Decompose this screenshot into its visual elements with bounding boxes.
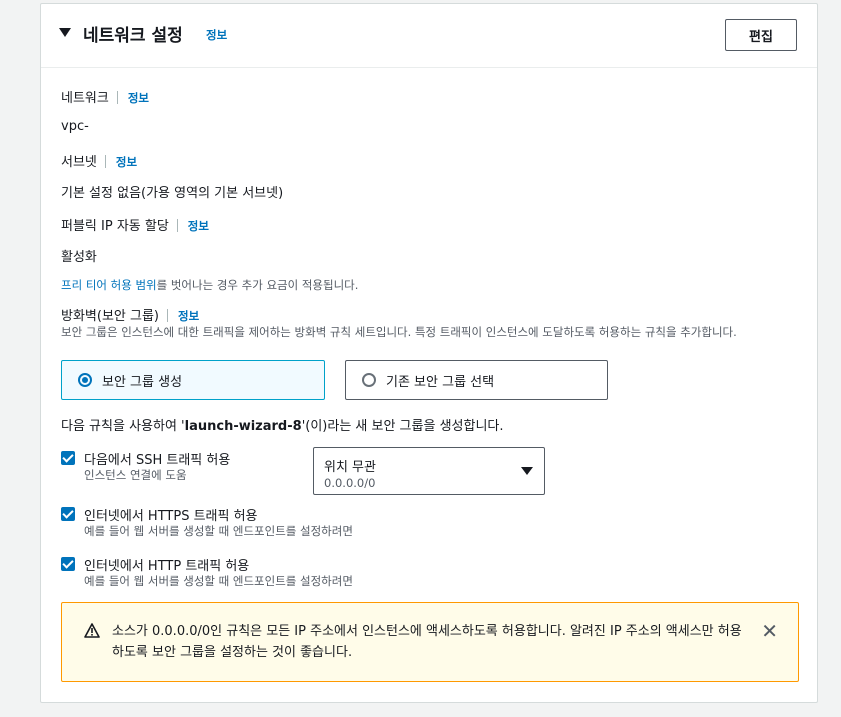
ssh-source-value: 위치 무관 xyxy=(324,460,376,475)
existing-option-label: 기존 보안 그룹 선택 xyxy=(386,374,495,390)
divider xyxy=(116,91,118,104)
divider xyxy=(104,155,106,168)
rules-intro-prefix: 다음 규칙을 사용하여 ' xyxy=(61,419,185,434)
firewall-label: 방화벽(보안 그룹) xyxy=(61,309,159,324)
section-header: 네트워크 설정 정보 편집 xyxy=(41,4,817,68)
create-radio[interactable] xyxy=(78,373,92,387)
ssh-description: 인스턴스 연결에 도움 xyxy=(84,468,187,482)
divider xyxy=(167,309,168,322)
rules-intro: 다음 규칙을 사용하여 'launch-wizard-8'(이)라는 새 보안 … xyxy=(61,415,504,434)
https-label: 인터넷에서 HTTPS 트래픽 허용 xyxy=(84,509,258,524)
subnet-label: 서브넷 xyxy=(61,155,97,170)
public-ip-info-link[interactable]: 정보 xyxy=(188,219,209,233)
http-checkbox[interactable] xyxy=(61,557,75,571)
close-icon[interactable]: ✕ xyxy=(761,621,778,641)
security-group-name: launch-wizard-8 xyxy=(184,419,302,434)
ssh-source-select[interactable]: 위치 무관 0.0.0.0/0 xyxy=(313,447,545,495)
network-settings-panel: 네트워크 설정 정보 편집 네트워크 정보 vpc- 서브넷 정보 기본 설정 없음… xyxy=(40,3,818,703)
section-title: 네트워크 설정 xyxy=(83,26,183,46)
firewall-info-link[interactable]: 정보 xyxy=(178,309,199,323)
public-ip-label-row: 퍼블릭 IP 자동 할당 정보 xyxy=(61,215,209,234)
create-security-group-tile[interactable]: 보안 그룹 생성 xyxy=(61,360,325,400)
subnet-label-row: 서브넷 정보 xyxy=(61,151,137,170)
section-info-link[interactable]: 정보 xyxy=(206,27,227,43)
subnet-value: 기본 설정 없음(가용 영역의 기본 서브넷) xyxy=(61,186,284,201)
create-option-label: 보안 그룹 생성 xyxy=(102,374,183,390)
free-tier-link[interactable]: 프리 티어 허용 범위 xyxy=(61,278,157,292)
rules-intro-suffix: '(이)라는 새 보안 그룹을 생성합니다. xyxy=(301,419,504,434)
network-label-row: 네트워크 정보 xyxy=(61,87,149,106)
edit-button[interactable]: 편집 xyxy=(725,19,797,51)
caret-down-icon xyxy=(521,467,533,475)
free-tier-text: 를 벗어나는 경우 추가 요금이 적용됩니다. xyxy=(156,278,359,292)
free-tier-note: 프리 티어 허용 범위를 벗어나는 경우 추가 요금이 적용됩니다. xyxy=(61,277,358,293)
divider xyxy=(176,219,178,232)
network-info-link[interactable]: 정보 xyxy=(128,91,149,105)
network-value: vpc- xyxy=(61,119,89,134)
public-ip-label: 퍼블릭 IP 자동 할당 xyxy=(61,219,169,234)
warning-icon xyxy=(84,623,100,638)
public-ip-value: 활성화 xyxy=(61,250,97,265)
collapse-caret-icon[interactable] xyxy=(59,28,71,37)
alert-text: 소스가 0.0.0.0/0인 규칙은 모든 IP 주소에서 인스턴스에 액세스하… xyxy=(112,624,742,660)
https-checkbox[interactable] xyxy=(61,507,75,521)
https-description: 예를 들어 웹 서버를 생성할 때 엔드포인트를 설정하려면 xyxy=(84,524,353,538)
firewall-label-row: 방화벽(보안 그룹) 정보 xyxy=(61,305,199,324)
http-label: 인터넷에서 HTTP 트래픽 허용 xyxy=(84,559,250,574)
ssh-label: 다음에서 SSH 트래픽 허용 xyxy=(84,453,231,468)
ssh-checkbox[interactable] xyxy=(61,451,75,465)
network-label: 네트워크 xyxy=(61,91,109,106)
open-ip-warning-alert: 소스가 0.0.0.0/0인 규칙은 모든 IP 주소에서 인스턴스에 액세스하… xyxy=(61,602,799,682)
existing-radio[interactable] xyxy=(362,373,376,387)
existing-security-group-tile[interactable]: 기존 보안 그룹 선택 xyxy=(345,360,608,400)
http-description: 예를 들어 웹 서버를 생성할 때 엔드포인트를 설정하려면 xyxy=(84,574,353,588)
ssh-source-cidr: 0.0.0.0/0 xyxy=(324,476,376,490)
subnet-info-link[interactable]: 정보 xyxy=(116,155,137,169)
firewall-description: 보안 그룹은 인스턴스에 대한 트래픽을 제어하는 방화벽 규칙 세트입니다. … xyxy=(61,325,737,339)
